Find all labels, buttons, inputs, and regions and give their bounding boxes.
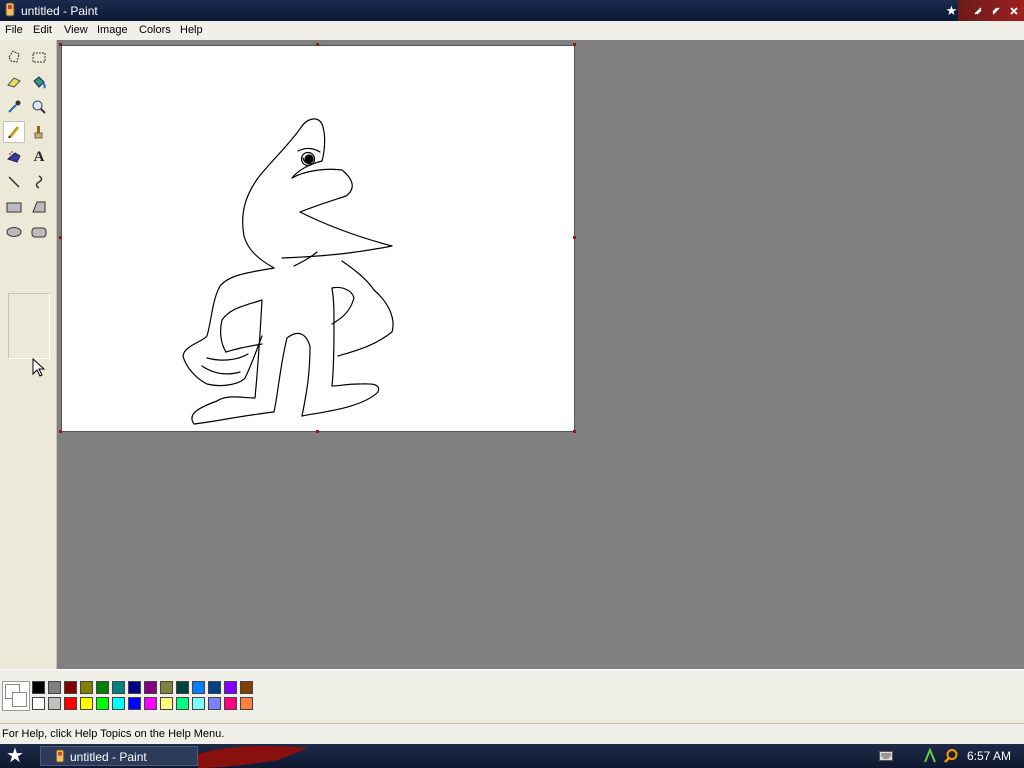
resize-handle[interactable]: [573, 43, 576, 46]
resize-handle[interactable]: [316, 43, 319, 46]
keyboard-icon[interactable]: [879, 751, 893, 761]
color-palette: [0, 669, 1024, 720]
palette-swatch[interactable]: [112, 697, 125, 710]
resize-handle[interactable]: [59, 430, 62, 433]
palette-swatch[interactable]: [144, 697, 157, 710]
paint-app-icon: [5, 2, 15, 17]
curve-icon[interactable]: [28, 171, 50, 193]
menu-bar: File Edit View Image Colors Help: [0, 21, 1024, 40]
palette-swatch[interactable]: [64, 681, 77, 694]
minimize-icon[interactable]: [969, 2, 986, 19]
palette-swatch[interactable]: [224, 681, 237, 694]
palette-swatch[interactable]: [96, 697, 109, 710]
search-icon[interactable]: [943, 748, 959, 764]
palette-swatch[interactable]: [64, 697, 77, 710]
resize-handle[interactable]: [59, 43, 62, 46]
start-star-icon[interactable]: ★: [6, 746, 28, 766]
airbrush-icon[interactable]: [3, 146, 25, 168]
taskbar-button-paint[interactable]: untitled - Paint: [40, 746, 198, 766]
status-text: For Help, click Help Topics on the Help …: [2, 728, 225, 740]
status-bar: For Help, click Help Topics on the Help …: [0, 723, 1024, 745]
palette-swatch[interactable]: [48, 681, 61, 694]
color-picker-icon[interactable]: [3, 96, 25, 118]
palette-swatch[interactable]: [208, 697, 221, 710]
window-title: untitled - Paint: [21, 4, 98, 18]
rect-select-icon[interactable]: [28, 46, 50, 68]
workspace: [57, 40, 1024, 669]
menu-image[interactable]: Image: [97, 24, 128, 36]
taskbar-decoration: [198, 746, 308, 768]
tool-options-panel[interactable]: [8, 293, 50, 359]
menu-edit[interactable]: Edit: [33, 24, 52, 36]
brush-icon[interactable]: [28, 121, 50, 143]
taskbar-label: untitled - Paint: [70, 750, 147, 764]
eraser-icon[interactable]: [3, 71, 25, 93]
palette-swatch[interactable]: [192, 697, 205, 710]
fill-bucket-icon[interactable]: [28, 71, 50, 93]
resize-handle[interactable]: [316, 430, 319, 433]
palette-swatch[interactable]: [128, 697, 141, 710]
drawing-sketch: [182, 118, 394, 425]
resize-handle[interactable]: [573, 236, 576, 239]
palette-swatch[interactable]: [80, 697, 93, 710]
rounded-rectangle-icon[interactable]: [28, 221, 50, 243]
palette-swatch[interactable]: [176, 681, 189, 694]
taskbar: ★ untitled - Paint 6:57 AM: [0, 744, 1024, 768]
palette-swatch[interactable]: [160, 697, 173, 710]
network-icon[interactable]: [923, 748, 937, 764]
free-select-icon[interactable]: [3, 46, 25, 68]
menu-view[interactable]: View: [64, 24, 88, 36]
resize-handle[interactable]: [59, 236, 62, 239]
palette-swatch[interactable]: [160, 681, 173, 694]
line-icon[interactable]: [3, 171, 25, 193]
palette-swatch[interactable]: [48, 697, 61, 710]
text-tool-icon[interactable]: A: [28, 146, 50, 168]
maximize-icon[interactable]: [987, 2, 1004, 19]
palette-swatch[interactable]: [32, 697, 45, 710]
close-icon[interactable]: [1005, 2, 1022, 19]
palette-swatch[interactable]: [128, 681, 141, 694]
clock: 6:57 AM: [967, 749, 1012, 763]
toolbox: A: [0, 40, 57, 669]
menu-file[interactable]: File: [5, 24, 23, 36]
polygon-icon[interactable]: [28, 196, 50, 218]
drawing-canvas[interactable]: [59, 43, 576, 433]
palette-swatch[interactable]: [96, 681, 109, 694]
palette-swatch[interactable]: [240, 697, 253, 710]
palette-swatch[interactable]: [208, 681, 221, 694]
menu-help[interactable]: Help: [180, 24, 203, 36]
palette-swatch[interactable]: [32, 681, 45, 694]
palette-swatch[interactable]: [224, 697, 237, 710]
paint-app-icon: [55, 749, 65, 763]
background-color: [12, 692, 27, 707]
title-bar: untitled - Paint ★: [0, 0, 1024, 21]
mouse-cursor-icon: [32, 358, 46, 377]
palette-swatch[interactable]: [240, 681, 253, 694]
resize-handle[interactable]: [573, 430, 576, 433]
pencil-icon[interactable]: [3, 121, 25, 143]
palette-swatch[interactable]: [192, 681, 205, 694]
magnifier-icon[interactable]: [28, 96, 50, 118]
palette-swatch[interactable]: [144, 681, 157, 694]
current-colors-indicator[interactable]: [2, 681, 30, 711]
ellipse-icon[interactable]: [3, 221, 25, 243]
palette-swatch[interactable]: [80, 681, 93, 694]
palette-swatch[interactable]: [112, 681, 125, 694]
rectangle-icon[interactable]: [3, 196, 25, 218]
palette-swatch[interactable]: [176, 697, 189, 710]
menu-colors[interactable]: Colors: [139, 24, 171, 36]
